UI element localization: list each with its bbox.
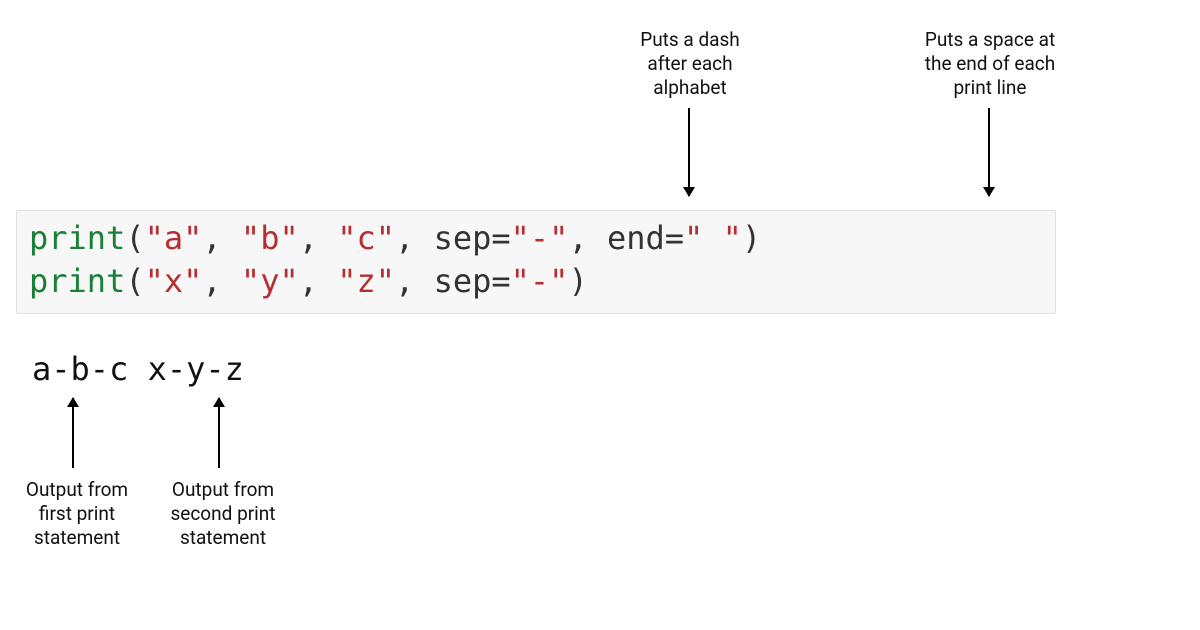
output-part-2: x-y-z [148, 350, 244, 388]
token-punc: , [395, 262, 434, 300]
token-string: "a" [145, 219, 203, 257]
token-punc: , [395, 219, 434, 257]
token-string: "b" [241, 219, 299, 257]
token-string: " " [684, 219, 742, 257]
annotation-output-second: Output from second print statement [158, 478, 288, 549]
token-punc: ( [125, 262, 144, 300]
token-string: "z" [337, 262, 395, 300]
arrow-down-icon [688, 108, 690, 196]
arrow-up-icon [72, 398, 74, 468]
token-punc: = [665, 219, 684, 257]
token-kwarg: sep [434, 219, 492, 257]
annotation-end: Puts a space at the end of each print li… [900, 28, 1080, 99]
token-punc: , [299, 262, 338, 300]
token-func: print [29, 262, 125, 300]
token-punc: , [202, 219, 241, 257]
arrow-up-icon [218, 398, 220, 468]
token-punc: ) [568, 262, 587, 300]
code-line-1: print("a", "b", "c", sep="-", end=" ") [29, 217, 1043, 260]
token-func: print [29, 219, 125, 257]
annotation-sep: Puts a dash after each alphabet [600, 28, 780, 99]
arrow-down-icon [988, 108, 990, 196]
token-punc: , [299, 219, 338, 257]
token-kwarg: end [607, 219, 665, 257]
token-punc: = [491, 219, 510, 257]
output-space [128, 350, 147, 388]
token-punc: , [202, 262, 241, 300]
token-string: "y" [241, 262, 299, 300]
token-string: "c" [337, 219, 395, 257]
output-part-1: a-b-c [32, 350, 128, 388]
token-punc: ( [125, 219, 144, 257]
token-punc: = [491, 262, 510, 300]
token-string: "x" [145, 262, 203, 300]
code-block: print("a", "b", "c", sep="-", end=" ") p… [16, 210, 1056, 314]
output-line: a-b-c x-y-z [32, 350, 244, 388]
token-string: "-" [511, 219, 569, 257]
token-punc: , [568, 219, 607, 257]
token-kwarg: sep [434, 262, 492, 300]
annotation-output-first: Output from first print statement [12, 478, 142, 549]
code-line-2: print("x", "y", "z", sep="-") [29, 260, 1043, 303]
token-punc: ) [742, 219, 761, 257]
token-string: "-" [511, 262, 569, 300]
